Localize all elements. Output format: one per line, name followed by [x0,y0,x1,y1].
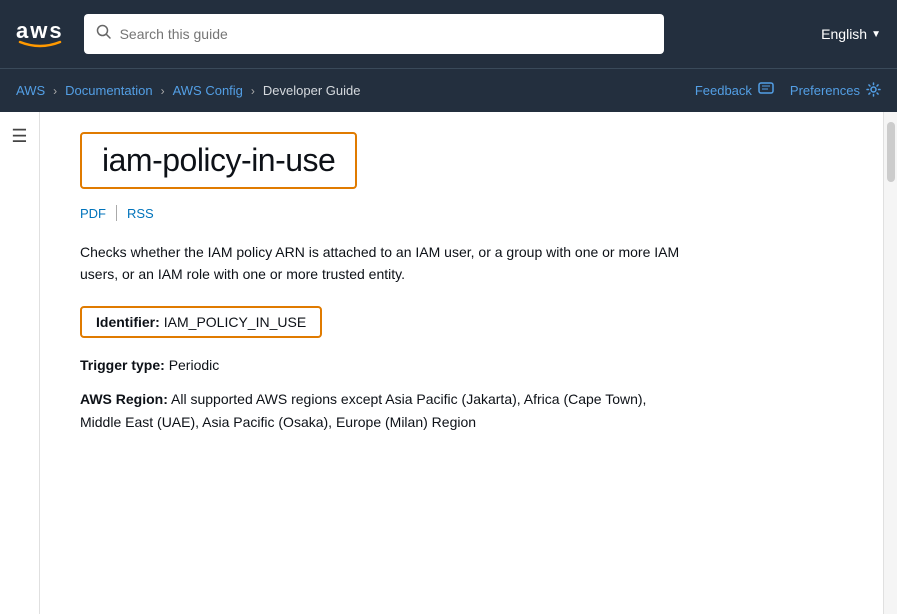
logo-text: aws [16,20,64,42]
region-row: AWS Region: All supported AWS regions ex… [80,388,680,433]
logo-smile-icon [18,40,62,48]
main-layout: ☰ iam-policy-in-use PDF RSS Checks wheth… [0,112,897,614]
gear-icon [866,82,881,100]
breadcrumb-sep-1: › [53,84,57,98]
breadcrumb-current: Developer Guide [263,83,361,98]
feedback-label: Feedback [695,83,752,98]
link-divider [116,205,117,221]
trigger-row: Trigger type: Periodic [80,354,680,376]
search-input[interactable] [120,26,652,42]
search-icon [96,24,112,45]
identifier-box: Identifier: IAM_POLICY_IN_USE [80,306,322,338]
search-container [84,14,664,54]
scrollbar[interactable] [883,112,897,614]
description-text: Checks whether the IAM policy ARN is att… [80,241,680,286]
page-title: iam-policy-in-use [102,142,335,179]
aws-logo: aws [16,20,64,48]
scrollbar-thumb [887,122,895,182]
region-label: AWS Region: [80,391,168,407]
sidebar: ☰ [0,112,40,614]
breadcrumb-aws-config[interactable]: AWS Config [173,83,243,98]
breadcrumb-nav: AWS › Documentation › AWS Config › Devel… [0,68,897,112]
trigger-label: Trigger type: [80,357,165,373]
search-box [84,14,664,54]
links-row: PDF RSS [80,205,843,221]
content-area: iam-policy-in-use PDF RSS Checks whether… [40,112,883,614]
feedback-button[interactable]: Feedback [695,82,774,99]
language-selector[interactable]: English ▼ [821,26,881,42]
top-navigation: aws English ▼ [0,0,897,68]
pdf-link[interactable]: PDF [80,206,116,221]
preferences-button[interactable]: Preferences [790,82,881,100]
breadcrumb-sep-3: › [251,84,255,98]
breadcrumb-documentation[interactable]: Documentation [65,83,152,98]
breadcrumb-aws[interactable]: AWS [16,83,45,98]
page-title-box: iam-policy-in-use [80,132,357,189]
rss-link[interactable]: RSS [127,206,164,221]
identifier-value: IAM_POLICY_IN_USE [164,314,306,330]
trigger-value: Periodic [169,357,220,373]
hamburger-icon[interactable]: ☰ [11,126,27,147]
breadcrumb-sep-2: › [161,84,165,98]
language-label: English [821,26,867,42]
identifier-label: Identifier: [96,314,160,330]
feedback-icon [758,82,774,99]
breadcrumb-actions: Feedback Preferences [695,82,881,100]
language-chevron-icon: ▼ [871,29,881,40]
preferences-label: Preferences [790,83,860,98]
